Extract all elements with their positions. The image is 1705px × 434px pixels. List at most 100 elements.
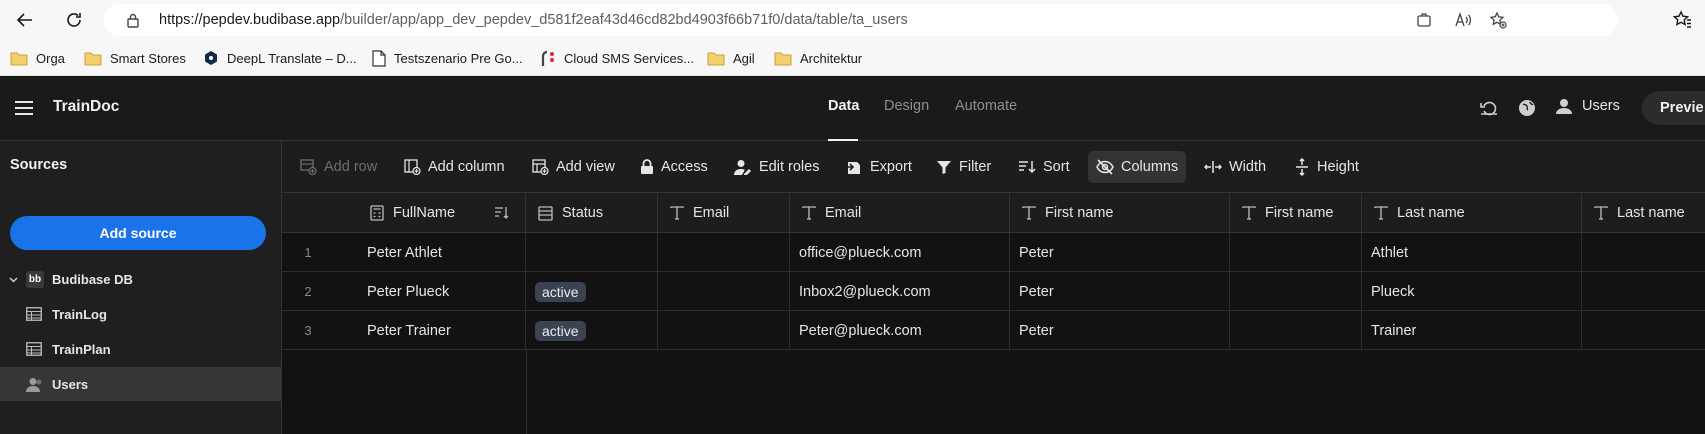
bookmark-testszenario[interactable]: Testszenario Pre Go... (372, 48, 523, 68)
column-header-email-1[interactable]: Email (658, 193, 790, 233)
add-column-button[interactable]: Add column (396, 151, 513, 183)
cell-email-2[interactable]: Peter@plueck.com (790, 311, 1010, 350)
lock-icon (127, 13, 139, 28)
bookmark-agil[interactable]: Agil (707, 48, 755, 68)
hamburger-menu-icon[interactable] (15, 100, 33, 116)
height-button[interactable]: Height (1286, 151, 1367, 183)
sidebar-item-trainlog[interactable]: TrainLog (0, 297, 281, 331)
text-type-icon (670, 206, 684, 220)
width-button[interactable]: Width (1196, 151, 1274, 183)
text-type-icon (802, 206, 816, 220)
column-label: Last name (1397, 205, 1465, 221)
favorites-icon[interactable] (1672, 10, 1692, 30)
edit-roles-button[interactable]: Edit roles (726, 151, 827, 183)
table-view: Add row Add column Add view Access Edit … (282, 141, 1705, 434)
column-label: First name (1045, 205, 1114, 221)
add-row-button[interactable]: Add row (292, 151, 385, 183)
column-header-last-name-1[interactable]: Last name (1362, 193, 1582, 233)
cell-first-name-1[interactable]: Peter (1010, 272, 1230, 311)
cell-last-name-1[interactable]: Plueck (1362, 272, 1582, 311)
access-button[interactable]: Access (632, 151, 716, 183)
globe-icon[interactable] (1518, 99, 1536, 117)
chevron-down-icon[interactable] (9, 275, 18, 284)
url-text: https://pepdev.budibase.app/builder/app/… (159, 12, 908, 28)
back-button[interactable] (11, 6, 39, 34)
preview-button[interactable]: Previe (1642, 91, 1705, 125)
cell-status[interactable]: active (526, 311, 658, 350)
table-row[interactable]: 1 Peter Athlet office@plueck.com Peter A… (282, 233, 1705, 272)
column-header-fullname[interactable]: FullName (358, 193, 526, 233)
cell-status[interactable] (526, 233, 658, 272)
tab-data[interactable]: Data (828, 98, 859, 114)
edit-roles-icon (734, 160, 751, 175)
cell-last-name-1[interactable]: Athlet (1362, 233, 1582, 272)
bookmark-orga[interactable]: Orga (10, 48, 65, 68)
add-view-label: Add view (556, 159, 615, 175)
cell-first-name-2[interactable] (1230, 272, 1362, 311)
user-icon (1556, 99, 1572, 114)
column-header-first-name-1[interactable]: First name (1010, 193, 1230, 233)
bookmark-cloud-sms[interactable]: Cloud SMS Services... (540, 48, 694, 68)
cell-fullname[interactable]: Peter Trainer (358, 311, 526, 350)
column-header-status[interactable]: Status (526, 193, 658, 233)
bookmark-deepl[interactable]: DeepL Translate – D... (203, 48, 357, 68)
add-view-button[interactable]: Add view (524, 151, 623, 183)
cell-last-name-2[interactable] (1582, 311, 1705, 350)
column-label: First name (1265, 205, 1334, 221)
add-source-button[interactable]: Add source (10, 216, 266, 250)
sort-desc-icon[interactable] (494, 206, 510, 220)
table-row[interactable]: 2 Peter Plueck active Inbox2@plueck.com … (282, 272, 1705, 311)
bookmark-label: Architektur (800, 50, 863, 66)
sort-icon (1019, 161, 1036, 174)
cell-email-1[interactable] (658, 233, 790, 272)
cell-email-1[interactable] (658, 311, 790, 350)
lock-icon (641, 159, 653, 174)
cell-last-name-1[interactable]: Trainer (1362, 311, 1582, 350)
bookmark-label: Testszenario Pre Go... (394, 50, 523, 66)
column-header-first-name-2[interactable]: First name (1230, 193, 1362, 233)
filter-button[interactable]: Filter (928, 151, 999, 183)
cell-fullname[interactable]: Peter Athlet (358, 233, 526, 272)
sidebar-title: Sources (10, 157, 68, 173)
sidebar-item-budibase-db[interactable]: bb Budibase DB (0, 262, 281, 296)
app-available-icon[interactable] (1416, 12, 1432, 28)
column-header-last-name-2[interactable]: Last name (1582, 193, 1705, 233)
cell-last-name-2[interactable] (1582, 233, 1705, 272)
bookmark-label: Cloud SMS Services... (564, 50, 695, 66)
sidebar-item-users[interactable]: Users (0, 367, 281, 401)
cell-first-name-1[interactable]: Peter (1010, 311, 1230, 350)
favorite-add-icon[interactable] (1489, 11, 1507, 29)
cell-status[interactable]: active (526, 272, 658, 311)
sidebar-item-trainplan[interactable]: TrainPlan (0, 332, 281, 366)
reload-button[interactable] (60, 6, 88, 34)
cell-first-name-1[interactable]: Peter (1010, 233, 1230, 272)
sidebar-item-label: TrainPlan (52, 341, 111, 357)
width-icon (1204, 161, 1222, 173)
table-icon (26, 307, 42, 321)
columns-button[interactable]: Columns (1088, 151, 1187, 183)
table-row[interactable]: 3 Peter Trainer active Peter@plueck.com … (282, 311, 1705, 350)
cell-email-2[interactable]: Inbox2@plueck.com (790, 272, 1010, 311)
cell-first-name-2[interactable] (1230, 311, 1362, 350)
address-bar[interactable]: https://pepdev.budibase.app/builder/app/… (104, 4, 1618, 36)
bookmark-label: DeepL Translate – D... (227, 50, 357, 66)
cell-last-name-2[interactable] (1582, 272, 1705, 311)
cell-first-name-2[interactable] (1230, 233, 1362, 272)
tab-automate[interactable]: Automate (955, 98, 1017, 114)
cell-email-1[interactable] (658, 272, 790, 311)
bookmark-architektur[interactable]: Architektur (774, 48, 862, 68)
read-aloud-icon[interactable] (1454, 12, 1472, 28)
bookmark-smart-stores[interactable]: Smart Stores (84, 48, 186, 68)
height-label: Height (1317, 159, 1359, 175)
sidebar-item-label: Users (52, 376, 89, 392)
users-button[interactable]: Users (1555, 97, 1620, 115)
text-type-icon (1022, 206, 1036, 220)
column-header-email-2[interactable]: Email (790, 193, 1010, 233)
cell-fullname[interactable]: Peter Plueck (358, 272, 526, 311)
export-button[interactable]: Export (837, 151, 920, 183)
sort-button[interactable]: Sort (1010, 151, 1078, 183)
cell-email-2[interactable]: office@plueck.com (790, 233, 1010, 272)
revert-icon[interactable] (1480, 100, 1498, 116)
folder-icon (707, 52, 725, 65)
tab-design[interactable]: Design (884, 98, 929, 114)
